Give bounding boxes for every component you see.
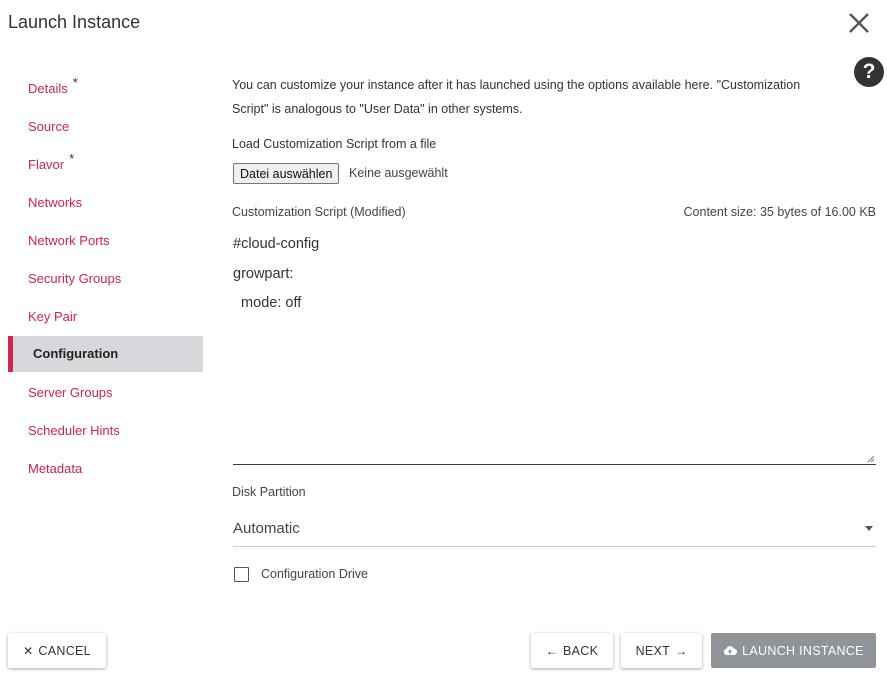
next-label: NEXT <box>635 643 671 658</box>
customization-script-textarea[interactable]: #cloud-config growpart: mode: off <box>233 230 876 465</box>
intro-text: You can customize your instance after it… <box>232 78 801 116</box>
script-line: mode: off <box>233 295 302 311</box>
nav-item-flavor[interactable]: Flavor * <box>8 146 203 184</box>
nav-item-network-ports[interactable]: Network Ports <box>8 222 203 260</box>
next-button[interactable]: NEXT → <box>621 633 702 668</box>
resize-handle-icon[interactable] <box>867 455 875 463</box>
nav-item-label: Configuration <box>33 346 119 361</box>
close-icon <box>849 13 869 33</box>
nav-item-label: Server Groups <box>28 385 113 400</box>
script-line: growpart: <box>233 265 294 282</box>
cancel-label: CANCEL <box>38 643 91 658</box>
question-icon: ? <box>862 60 876 83</box>
script-label: Customization Script (Modified) <box>232 205 406 219</box>
chevron-down-icon <box>865 526 873 531</box>
back-button[interactable]: ← BACK <box>531 633 613 668</box>
arrow-left-icon: ← <box>545 643 559 658</box>
nav-item-configuration[interactable]: Configuration <box>8 336 203 372</box>
nav-item-metadata[interactable]: Metadata <box>8 450 203 488</box>
cloud-upload-icon <box>724 646 738 655</box>
nav-item-source[interactable]: Source <box>8 108 203 146</box>
disk-partition-value: Automatic <box>233 520 300 537</box>
nav-item-label: Scheduler Hints <box>28 423 120 438</box>
nav-item-label: Flavor <box>28 157 65 172</box>
nav-item-key-pair[interactable]: Key Pair <box>8 298 203 336</box>
content-size: Content size: 35 bytes of 16.00 KB <box>683 205 876 219</box>
disk-partition-select[interactable]: Automatic <box>233 512 876 547</box>
nav-item-server-groups[interactable]: Server Groups <box>8 374 203 412</box>
load-script-label: Load Customization Script from a file <box>232 137 437 151</box>
choose-file-button[interactable]: Datei auswählen <box>233 163 340 184</box>
nav-item-label: Network Ports <box>28 233 110 248</box>
nav-item-networks[interactable]: Networks <box>8 184 203 222</box>
close-button[interactable] <box>846 10 872 36</box>
launch-label: LAUNCH INSTANCE <box>742 643 864 658</box>
back-label: BACK <box>563 643 599 658</box>
nav-item-details[interactable]: Details * <box>8 70 203 108</box>
script-line: #cloud-config <box>233 236 320 252</box>
nav-item-label: Metadata <box>28 461 83 476</box>
required-marker: * <box>72 75 78 90</box>
required-marker: * <box>69 151 75 166</box>
wizard-nav: Details * Source Flavor * Networks Network… <box>8 70 203 488</box>
launch-instance-button[interactable]: LAUNCH INSTANCE <box>711 633 876 668</box>
cancel-button[interactable]: ✕ CANCEL <box>8 633 106 668</box>
arrow-right-icon: → <box>675 643 688 658</box>
dialog-title: Launch Instance <box>8 12 141 32</box>
nav-item-scheduler-hints[interactable]: Scheduler Hints <box>8 412 203 450</box>
help-button[interactable]: ? <box>854 57 884 87</box>
config-drive-checkbox[interactable] <box>234 567 249 582</box>
nav-item-label: Key Pair <box>28 309 78 324</box>
config-drive-label: Configuration Drive <box>261 567 368 581</box>
nav-item-label: Security Groups <box>28 271 122 286</box>
nav-item-label: Details <box>28 81 68 96</box>
x-icon: ✕ <box>23 643 34 658</box>
file-status: Keine ausgewählt <box>349 166 448 180</box>
nav-item-security-groups[interactable]: Security Groups <box>8 260 203 298</box>
disk-partition-label: Disk Partition <box>232 485 306 499</box>
nav-item-label: Networks <box>28 195 83 210</box>
nav-item-label: Source <box>28 119 70 134</box>
